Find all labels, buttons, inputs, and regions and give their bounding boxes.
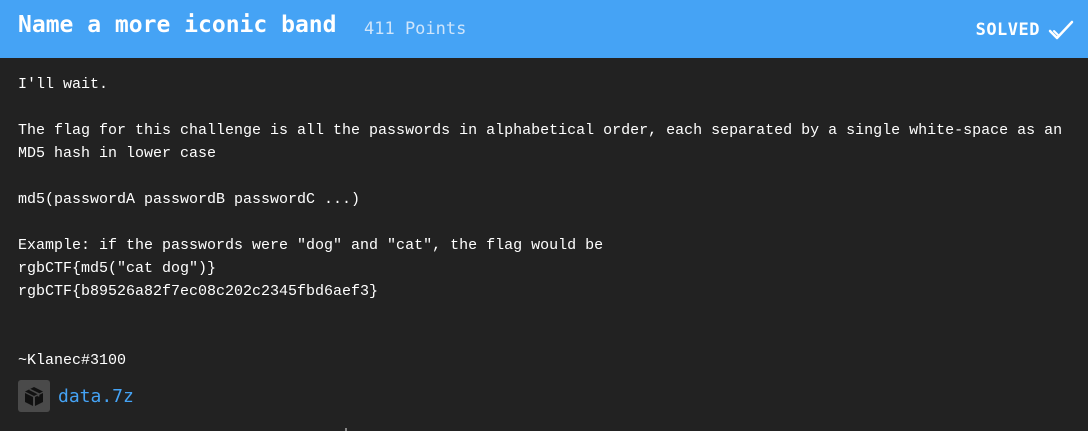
challenge-card: Name a more iconic band 411 Points SOLVE…	[0, 0, 1088, 431]
challenge-description: I'll wait. The flag for this challenge i…	[18, 73, 1082, 372]
challenge-points: 411 Points	[364, 19, 467, 39]
description-line: rgbCTF{md5("cat dog")}	[18, 260, 217, 277]
archive-box-icon	[18, 380, 50, 412]
description-line: I'll wait.	[18, 76, 109, 93]
attachment-link[interactable]: data.7z	[18, 380, 134, 412]
check-icon	[1048, 19, 1074, 41]
description-line: md5(passwordA passwordB passwordC ...)	[18, 191, 361, 208]
challenge-header: Name a more iconic band 411 Points SOLVE…	[0, 0, 1088, 58]
author-signature: ~Klanec#3100	[18, 352, 127, 369]
description-line: The flag for this challenge is all the p…	[18, 122, 1072, 162]
solved-label: SOLVED	[975, 20, 1040, 40]
attachment-filename[interactable]: data.7z	[58, 386, 134, 407]
description-line: rgbCTF{b89526a82f7ec08c202c2345fbd6aef3}	[18, 283, 379, 300]
challenge-title: Name a more iconic band	[18, 12, 337, 38]
description-line: Example: if the passwords were "dog" and…	[18, 237, 604, 254]
solved-status: SOLVED	[976, 18, 1074, 42]
